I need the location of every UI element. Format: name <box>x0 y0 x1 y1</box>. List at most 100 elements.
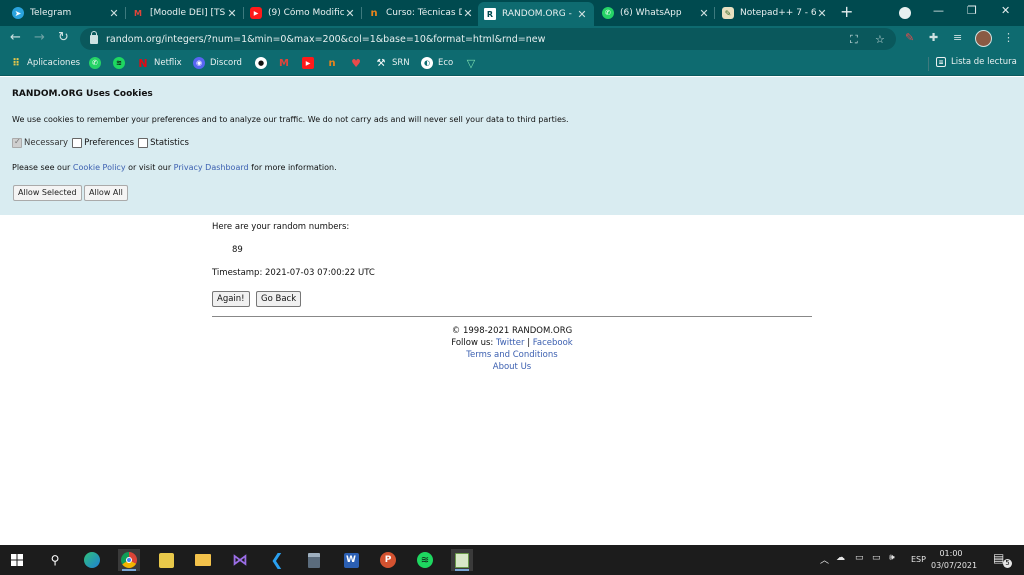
close-icon[interactable]: ✕ <box>108 7 120 20</box>
go-back-button[interactable]: Go Back <box>256 291 302 307</box>
follow-label: Follow us: <box>451 338 496 348</box>
statistics-checkbox[interactable] <box>138 138 149 148</box>
reading-list-button[interactable]: ≡ Lista de lectura <box>936 57 1017 67</box>
back-icon[interactable]: ← <box>10 30 21 46</box>
language-indicator[interactable]: ESP <box>911 555 926 564</box>
powerpoint-icon[interactable]: P <box>377 549 399 571</box>
close-icon[interactable]: ✕ <box>462 7 474 20</box>
browser-toolbar: ← → ↻ random.org/integers/?num=1&min=0&m… <box>0 26 1024 52</box>
tab-strip: ➤ Telegram ✕ M [Moodle DEI] [TS ✕ ▶ (9) … <box>0 0 1024 26</box>
menu-kebab-icon[interactable]: ⋮ <box>1003 31 1014 44</box>
reading-list-icon: ≡ <box>936 57 946 67</box>
clock-time: 01:00 <box>939 549 963 558</box>
tab-random-org[interactable]: R RANDOM.ORG - ✕ <box>478 2 594 26</box>
avatar[interactable] <box>975 30 992 47</box>
visual-studio-icon[interactable]: ⋈ <box>229 549 251 571</box>
restore-icon[interactable]: ❐ <box>967 4 977 17</box>
image-editor-icon[interactable] <box>155 549 177 571</box>
device-icon[interactable]: ▭ <box>855 553 864 563</box>
facebook-link[interactable]: Facebook <box>533 338 573 348</box>
tab-title: [Moodle DEI] [TS <box>150 8 226 18</box>
file-explorer-icon[interactable] <box>192 549 214 571</box>
tab-notepad[interactable]: ✎ Notepad++ 7 - 6 ✕ <box>722 2 828 24</box>
tab-telegram[interactable]: ➤ Telegram ✕ <box>12 2 120 24</box>
cloud-icon[interactable]: ☁ <box>836 553 845 563</box>
vuetify-icon: ▽ <box>466 56 476 70</box>
preferences-checkbox[interactable] <box>72 138 83 148</box>
spotify-icon[interactable]: ≋ <box>414 549 436 571</box>
chrome-icon[interactable] <box>118 549 140 571</box>
bookmark-vuetify[interactable]: ▽ <box>465 56 482 70</box>
puzzle-extensions-icon[interactable]: ✚ <box>929 31 938 44</box>
bookmark-gmail[interactable]: M <box>278 57 295 69</box>
vscode-icon[interactable]: ❮ <box>266 549 288 571</box>
cookie-option-statistics[interactable]: Statistics <box>138 138 189 148</box>
url-text[interactable]: random.org/integers/?num=1&min=0&max=200… <box>106 34 545 45</box>
bookmark-youtube[interactable]: ▶ <box>302 57 319 69</box>
allow-selected-button[interactable]: Allow Selected <box>13 185 82 201</box>
window-close-icon[interactable]: ✕ <box>1001 4 1010 17</box>
whatsapp-icon: ✆ <box>89 57 101 69</box>
word-icon[interactable]: W <box>340 549 362 571</box>
tab-moodle[interactable]: M [Moodle DEI] [TS ✕ <box>132 2 238 24</box>
edge-icon[interactable] <box>81 549 103 571</box>
again-button[interactable]: Again! <box>212 291 250 307</box>
allow-all-button[interactable]: Allow All <box>84 185 128 201</box>
tab-whatsapp[interactable]: ✆ (6) WhatsApp ✕ <box>602 2 710 24</box>
start-button[interactable] <box>6 549 28 571</box>
forward-icon[interactable]: → <box>34 30 45 46</box>
close-icon[interactable]: ✕ <box>816 7 828 20</box>
media-control-icon[interactable]: ≡ <box>953 31 962 44</box>
twitter-link[interactable]: Twitter <box>496 338 525 348</box>
close-icon[interactable]: ✕ <box>698 7 710 20</box>
close-icon[interactable]: ✕ <box>344 7 356 20</box>
clock[interactable]: 01:00 03/07/2021 <box>931 548 977 572</box>
close-icon[interactable]: ✕ <box>576 8 588 21</box>
gmail-icon: M <box>279 57 289 69</box>
bookmark-spotify[interactable]: ≋ <box>113 57 130 69</box>
tab-search-icon[interactable] <box>899 7 911 19</box>
bookmark-heart[interactable]: ♥ <box>350 57 367 70</box>
volume-icon[interactable]: 🕪 <box>889 553 895 563</box>
bookmark-eco[interactable]: ◐ Eco <box>421 57 453 69</box>
bookmark-whatsapp[interactable]: ✆ <box>89 57 106 69</box>
bookmark-apps[interactable]: ⠿ Aplicaciones <box>10 57 80 69</box>
checkbox-label: Preferences <box>84 138 135 148</box>
notepad-plus-plus-icon[interactable] <box>451 549 473 571</box>
bookmark-discord[interactable]: ◉ Discord <box>193 57 242 69</box>
calculator-icon[interactable] <box>303 549 325 571</box>
gmail-icon: M <box>134 8 142 18</box>
terms-link[interactable]: Terms and Conditions <box>466 350 557 360</box>
new-tab-button[interactable]: + <box>840 4 853 20</box>
more-info-text: or visit our <box>125 163 174 172</box>
address-bar[interactable]: random.org/integers/?num=1&min=0&max=200… <box>80 28 896 50</box>
cookie-policy-link[interactable]: Cookie Policy <box>73 163 126 172</box>
course-icon: n <box>328 57 336 69</box>
srn-icon: ⚒ <box>376 57 386 69</box>
battery-icon[interactable]: ▭ <box>872 553 881 563</box>
lock-icon[interactable] <box>90 30 98 44</box>
search-icon[interactable]: ⚲ <box>44 549 66 571</box>
tab-curso[interactable]: n Curso: Técnicas D ✕ <box>368 2 474 24</box>
bookmark-netflix[interactable]: N Netflix <box>137 57 182 70</box>
bookmark-srn[interactable]: ⚒ SRN <box>375 57 410 69</box>
minimize-icon[interactable]: — <box>933 4 944 17</box>
bookmark-star-icon[interactable]: ☆ <box>875 33 885 46</box>
translate-icon[interactable]: ⛶ <box>850 33 858 47</box>
close-icon[interactable]: ✕ <box>226 7 238 20</box>
reload-icon[interactable]: ↻ <box>58 30 69 46</box>
bookmark-course[interactable]: n <box>326 57 343 69</box>
youtube-icon: ▶ <box>250 7 262 19</box>
about-link[interactable]: About Us <box>493 362 531 372</box>
show-hidden-icons[interactable]: ︿ <box>820 553 829 566</box>
bookmark-label: Netflix <box>154 58 182 68</box>
cookie-option-preferences[interactable]: Preferences <box>72 138 134 148</box>
bookmark-github[interactable]: ● <box>255 57 272 69</box>
bookmark-label: Aplicaciones <box>27 58 81 68</box>
cookie-banner-text: We use cookies to remember your preferen… <box>12 115 569 124</box>
timestamp: Timestamp: 2021-07-03 07:00:22 UTC <box>212 268 375 278</box>
tab-youtube[interactable]: ▶ (9) Cómo Modific ✕ <box>250 2 356 24</box>
bookmark-label: Discord <box>210 58 242 68</box>
extension-icon[interactable]: ✎ <box>905 31 914 44</box>
privacy-dashboard-link[interactable]: Privacy Dashboard <box>174 163 249 172</box>
